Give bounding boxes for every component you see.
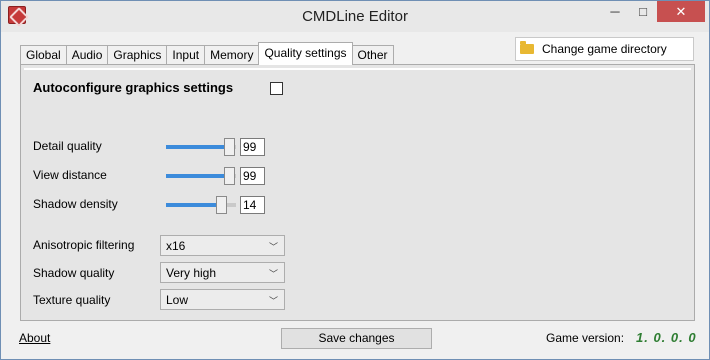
- view-distance-value[interactable]: 99: [240, 167, 265, 185]
- texture-quality-select[interactable]: Low ﹀: [160, 289, 285, 310]
- tab-global[interactable]: Global: [20, 45, 67, 65]
- maximize-button[interactable]: □: [629, 1, 657, 22]
- shadow-quality-select[interactable]: Very high ﹀: [160, 262, 285, 283]
- anisotropic-filtering-label: Anisotropic filtering: [33, 238, 135, 252]
- view-distance-label: View distance: [33, 168, 107, 182]
- tab-memory[interactable]: Memory: [204, 45, 260, 65]
- texture-quality-value: Low: [166, 293, 189, 307]
- tab-quality-settings[interactable]: Quality settings: [258, 42, 353, 65]
- game-version-value: 1. 0. 0. 0: [636, 330, 697, 345]
- view-distance-slider[interactable]: [166, 167, 236, 185]
- detail-quality-slider[interactable]: [166, 138, 236, 156]
- about-link[interactable]: About: [19, 331, 50, 345]
- slider-thumb[interactable]: [224, 138, 235, 156]
- texture-quality-label: Texture quality: [33, 293, 111, 307]
- shadow-density-value[interactable]: 14: [240, 196, 265, 214]
- slider-fill: [166, 203, 218, 207]
- minimize-button[interactable]: ─: [601, 1, 629, 22]
- slider-fill: [166, 145, 226, 149]
- slider-thumb[interactable]: [224, 167, 235, 185]
- close-button[interactable]: ✕: [657, 1, 705, 22]
- save-changes-button[interactable]: Save changes: [281, 328, 432, 349]
- chevron-down-icon: ﹀: [268, 242, 278, 252]
- tab-other[interactable]: Other: [351, 45, 394, 65]
- detail-quality-label: Detail quality: [33, 139, 102, 153]
- folder-icon: [520, 41, 534, 54]
- main-window: CMDLine Editor ─ □ ✕ Global Audio Graphi…: [0, 0, 710, 360]
- title-bar: CMDLine Editor ─ □ ✕: [1, 1, 709, 32]
- autoconfigure-checkbox[interactable]: [270, 82, 283, 95]
- shadow-density-label: Shadow density: [33, 197, 118, 211]
- tab-bar: Global Audio Graphics Input Memory Quali…: [20, 42, 394, 65]
- slider-thumb[interactable]: [216, 196, 227, 214]
- change-game-directory-label: Change game directory: [542, 42, 667, 56]
- detail-quality-value[interactable]: 99: [240, 138, 265, 156]
- chevron-down-icon: ﹀: [268, 269, 278, 279]
- chevron-down-icon: ﹀: [268, 296, 278, 306]
- tab-input[interactable]: Input: [166, 45, 206, 65]
- shadow-density-slider[interactable]: [166, 196, 236, 214]
- anisotropic-filtering-value: x16: [166, 239, 186, 253]
- shadow-quality-label: Shadow quality: [33, 266, 115, 280]
- quality-settings-panel: [20, 64, 695, 321]
- change-game-directory-button[interactable]: Change game directory: [515, 37, 694, 61]
- autoconfigure-label: Autoconfigure graphics settings: [33, 80, 234, 95]
- shadow-quality-value: Very high: [166, 266, 217, 280]
- anisotropic-filtering-select[interactable]: x16 ﹀: [160, 235, 285, 256]
- game-version-label: Game version:: [546, 331, 625, 345]
- tab-audio[interactable]: Audio: [65, 45, 109, 65]
- slider-fill: [166, 174, 226, 178]
- tab-graphics[interactable]: Graphics: [107, 45, 168, 65]
